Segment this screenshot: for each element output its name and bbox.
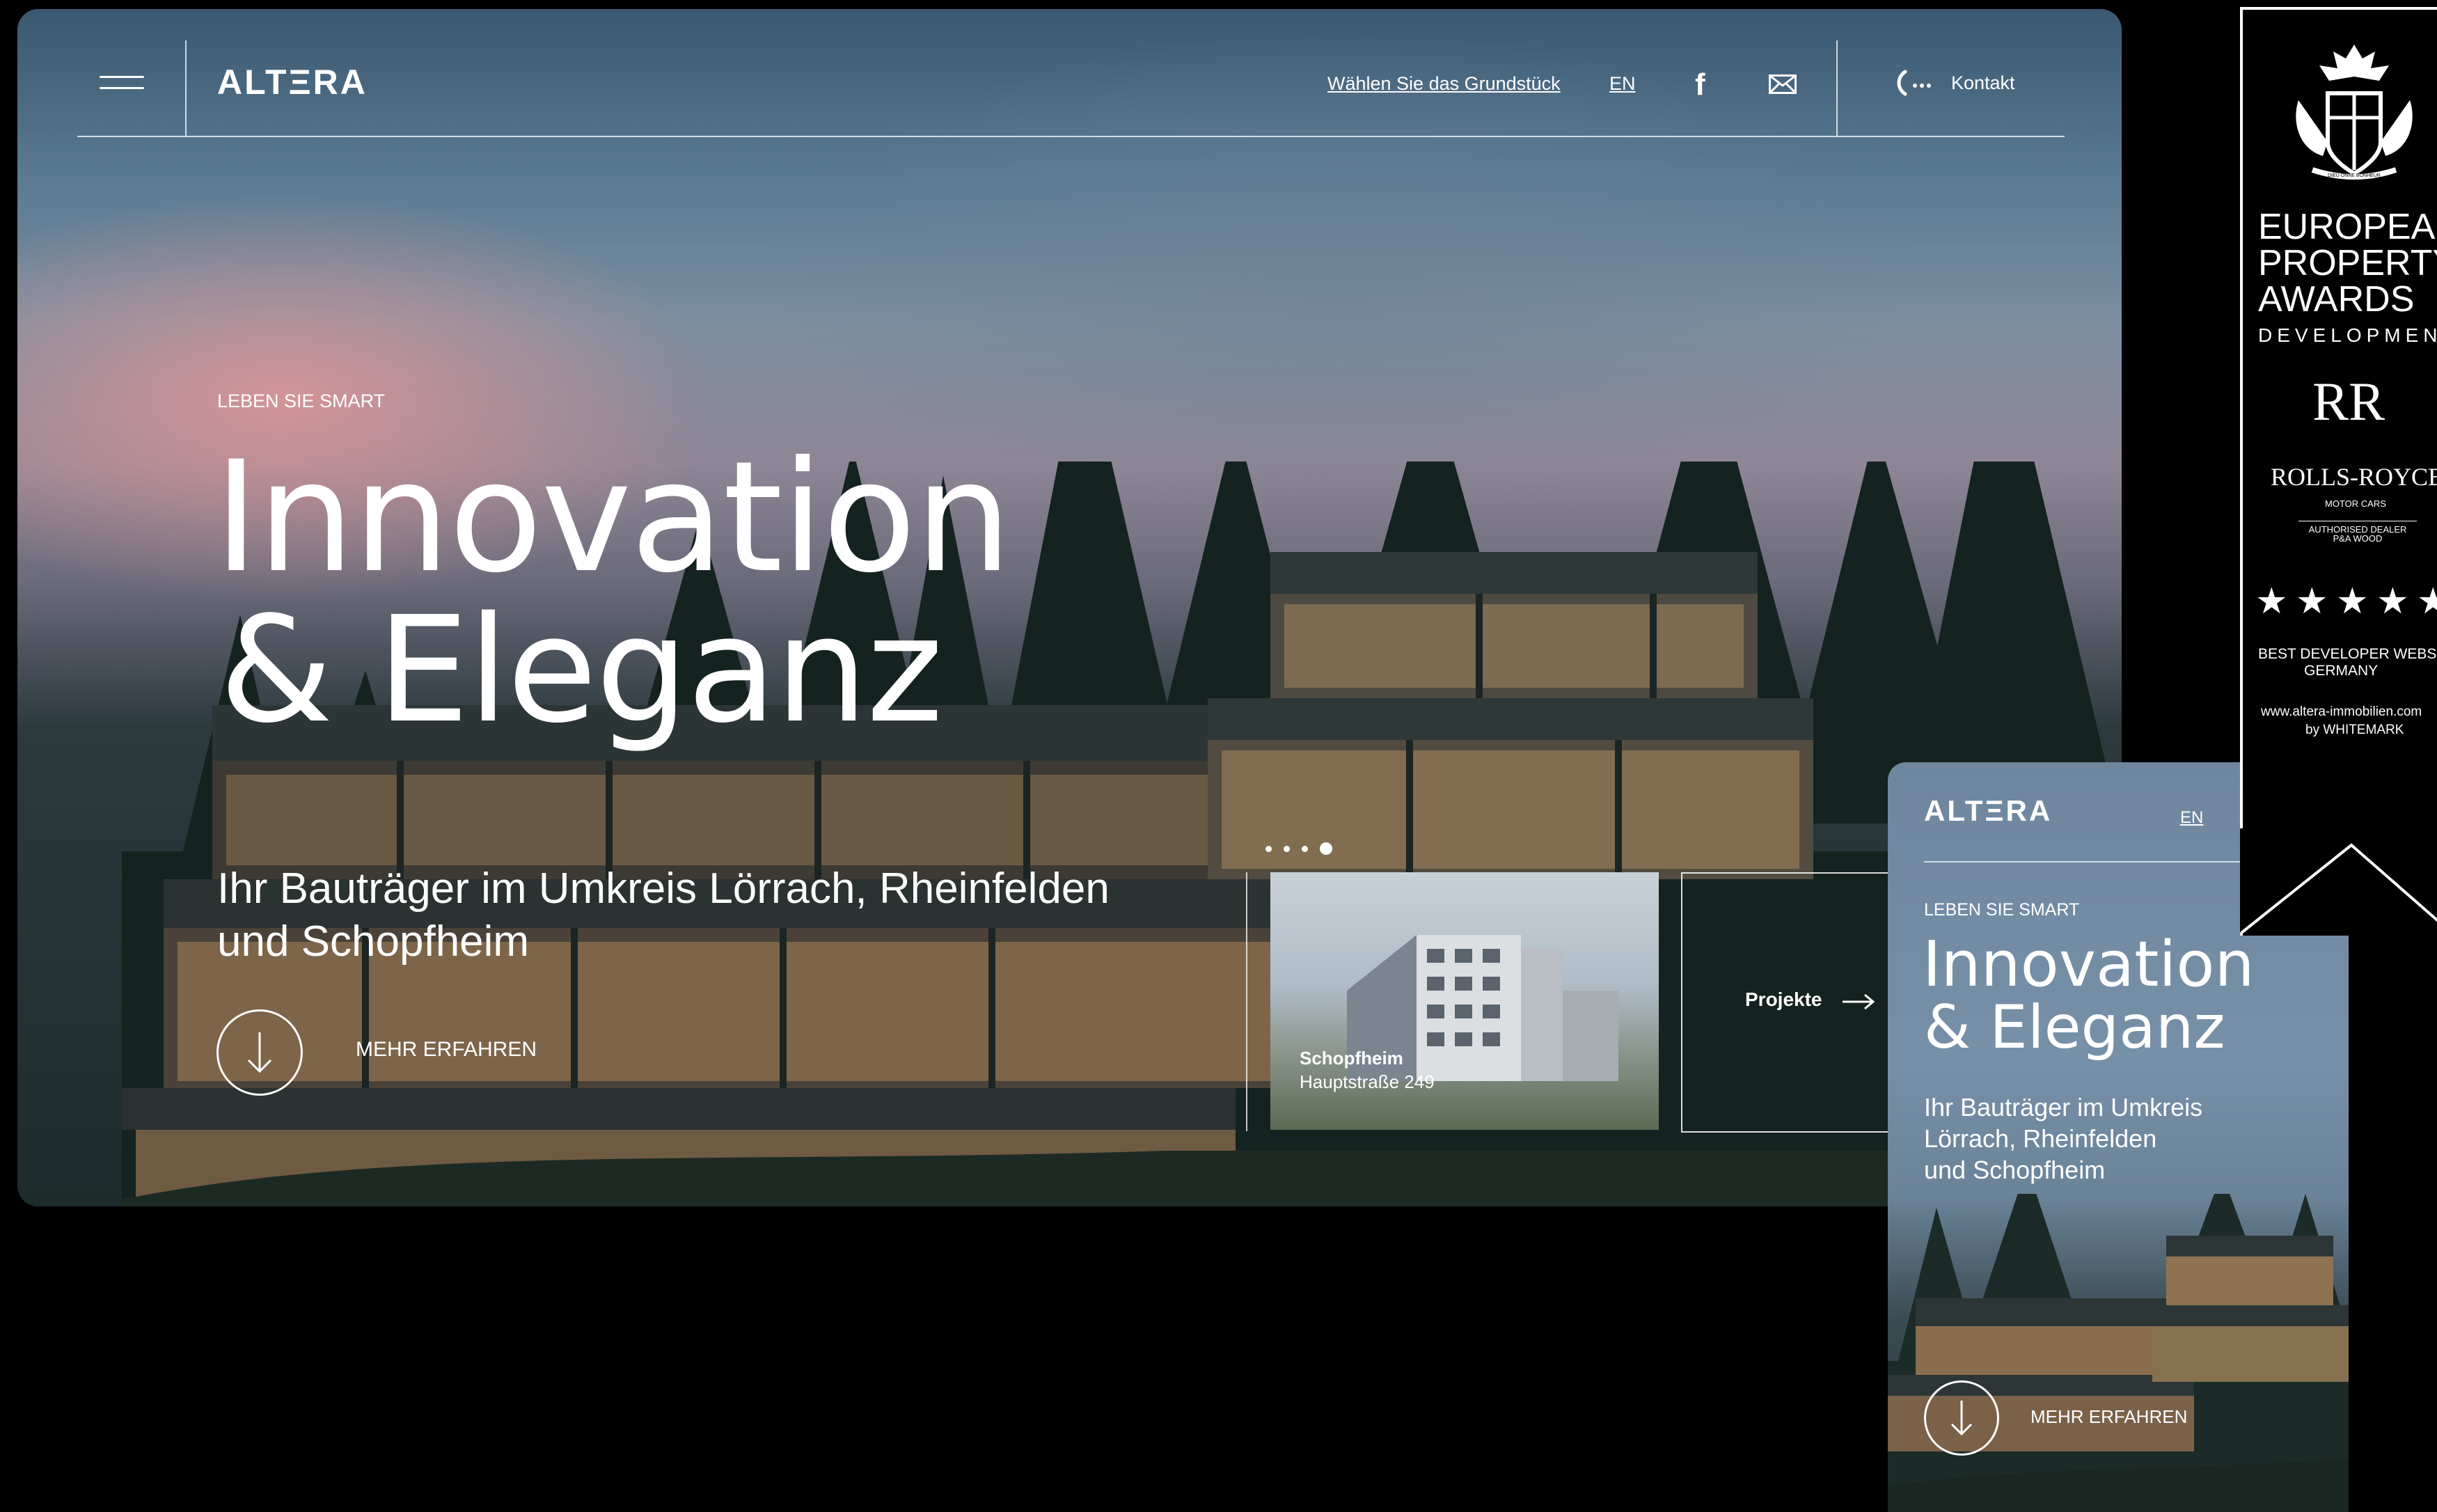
mail-icon[interactable] — [1769, 74, 1797, 94]
slider-dot-active[interactable] — [1320, 842, 1332, 855]
arrow-down-icon — [247, 1032, 272, 1073]
menu-icon[interactable] — [100, 73, 144, 94]
projects-button[interactable]: Projekte — [1681, 872, 1900, 1133]
hero-subtitle-line1: Ihr Bauträger im Umkreis Lörrach, Rheinf… — [217, 865, 1110, 913]
mobile-language-switch[interactable]: EN — [2180, 808, 2203, 828]
slider-dots[interactable] — [1265, 842, 1344, 855]
award-category: DEVELOPMENT — [2258, 324, 2437, 346]
card-divider — [1246, 872, 1247, 1131]
award-title-line1: EUROPEAN — [2258, 207, 2437, 247]
mobile-building-image — [1888, 1194, 2349, 1512]
project-city: Schopfheim — [1300, 1048, 1403, 1069]
award-title-line2: PROPERTY — [2258, 243, 2437, 283]
hero-title-line1: Innovation — [214, 428, 1012, 606]
project-card[interactable]: Schopfheim Hauptstraße 249 — [1270, 872, 1659, 1130]
slider-dot[interactable] — [1302, 846, 1308, 852]
badge-notch — [2240, 828, 2437, 934]
language-switch[interactable]: EN — [1609, 73, 1636, 95]
star-icon: ★ — [2376, 581, 2409, 622]
header-separator — [185, 40, 187, 136]
site-logo[interactable]: ALTΞRA — [217, 62, 368, 102]
header-divider — [77, 136, 2065, 137]
award-result-line2: GERMANY — [2304, 663, 2379, 679]
sponsor-name: ROLLS-ROYCE — [2271, 463, 2437, 491]
contact-link[interactable]: Kontakt — [1951, 72, 2015, 94]
mobile-subtitle-line2: Lörrach, Rheinfelden — [1924, 1124, 2157, 1153]
projects-label: Projekte — [1745, 989, 1822, 1010]
dealer-line2: P&A WOOD — [2333, 533, 2383, 544]
choose-plot-link[interactable]: Wählen Sie das Grundstück — [1327, 73, 1561, 95]
project-address: Hauptstraße 249 — [1300, 1071, 1435, 1092]
award-result-line1: BEST DEVELOPER WEBSITE — [2258, 646, 2437, 662]
arrow-right-icon — [1843, 993, 1875, 1010]
phone-icon[interactable] — [1895, 68, 1934, 98]
award-badge: DIEU ONNE BONHEUR EUROPEAN PROPERTY AWAR… — [2240, 7, 2437, 936]
mobile-more-link[interactable]: MEHR ERFAHREN — [2030, 1406, 2187, 1428]
hero-subtitle-line2: und Schopfheim — [217, 918, 530, 966]
mobile-title-line1: Innovation — [1923, 928, 2255, 1001]
arrow-down-icon — [1950, 1401, 1973, 1436]
hero-title-line2: & Eleganz — [219, 585, 943, 755]
mobile-subtitle-line1: Ihr Bauträger im Umkreis — [1924, 1093, 2203, 1121]
mobile-subtitle-line3: und Schopfheim — [1924, 1156, 2106, 1184]
award-site: www.altera-immobilien.com — [2261, 704, 2422, 719]
star-icon: ★ — [2336, 581, 2369, 622]
more-link[interactable]: MEHR ERFAHREN — [356, 1038, 537, 1062]
mobile-scroll-down-button[interactable] — [1924, 1380, 1999, 1456]
sponsor-sub: MOTOR CARS — [2325, 498, 2386, 509]
mobile-title-line2: & Eleganz — [1924, 993, 2225, 1062]
facebook-icon[interactable]: f — [1695, 68, 1705, 102]
crest-emblem: DIEU ONNE BONHEUR — [2296, 45, 2413, 180]
star-icon: ★ — [2417, 581, 2437, 622]
star-icon: ★ — [2255, 581, 2288, 622]
award-title-line3: AWARDS — [2258, 279, 2415, 320]
hero-eyebrow: LEBEN SIE SMART — [217, 391, 386, 411]
mobile-logo[interactable]: ALTΞRA — [1924, 794, 2052, 828]
scroll-down-button[interactable] — [216, 1009, 303, 1096]
dealer-line1: AUTHORISED DEALER — [2298, 521, 2417, 535]
desktop-mockup: ALTΞRA Wählen Sie das Grundstück EN f Ko… — [17, 9, 2122, 1206]
mobile-eyebrow: LEBEN SIE SMART — [1924, 900, 2080, 920]
award-by: by WHITEMARK — [2305, 723, 2404, 737]
star-icon: ★ — [2296, 581, 2328, 622]
svg-text:DIEU ONNE BONHEUR: DIEU ONNE BONHEUR — [2328, 173, 2381, 178]
header-separator-right — [1836, 40, 1838, 136]
slider-dot[interactable] — [1284, 846, 1290, 852]
slider-dot[interactable] — [1265, 846, 1272, 852]
rolls-royce-logo: RR — [2312, 371, 2385, 432]
